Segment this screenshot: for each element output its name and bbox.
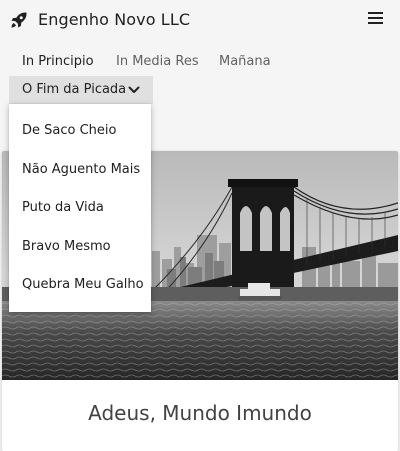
dropdown-item-de-saco-cheio[interactable]: De Saco Cheio (9, 112, 151, 150)
tab-bar: In Principio In Media Res Mañana (0, 50, 400, 76)
chevron-down-icon (128, 86, 140, 93)
dropdown-item-quebra-meu-galho[interactable]: Quebra Meu Galho (9, 266, 151, 304)
tab-in-media-res[interactable]: In Media Res (116, 53, 199, 71)
dropdown-item-puto-da-vida[interactable]: Puto da Vida (9, 189, 151, 227)
dropdown-item-label: Bravo Mesmo (22, 239, 111, 254)
dropdown-item-label: Quebra Meu Galho (22, 277, 144, 292)
dropdown-tab-label: O Fim da Picada (22, 82, 127, 97)
dropdown-item-label: De Saco Cheio (22, 123, 117, 138)
tab-manana[interactable]: Mañana (219, 53, 271, 71)
dropdown-item-label: Não Aguento Mais (22, 162, 141, 177)
dropdown-menu: De Saco Cheio Não Aguento Mais Puto da V… (9, 104, 151, 312)
app-title[interactable]: Engenho Novo LLC (38, 9, 190, 31)
tab-in-principio[interactable]: In Principio (22, 53, 94, 71)
dropdown-item-label: Puto da Vida (22, 200, 104, 215)
app-bar: Engenho Novo LLC (0, 0, 400, 40)
card-title: Adeus, Mundo Imundo (88, 401, 312, 425)
hamburger-menu-icon[interactable] (368, 12, 384, 26)
dropdown-item-nao-aguento-mais[interactable]: Não Aguento Mais (9, 151, 151, 189)
dropdown-tab-o-fim-da-picada[interactable]: O Fim da Picada (9, 76, 153, 104)
dropdown-item-bravo-mesmo[interactable]: Bravo Mesmo (9, 228, 151, 266)
rocket-icon[interactable] (10, 11, 28, 29)
